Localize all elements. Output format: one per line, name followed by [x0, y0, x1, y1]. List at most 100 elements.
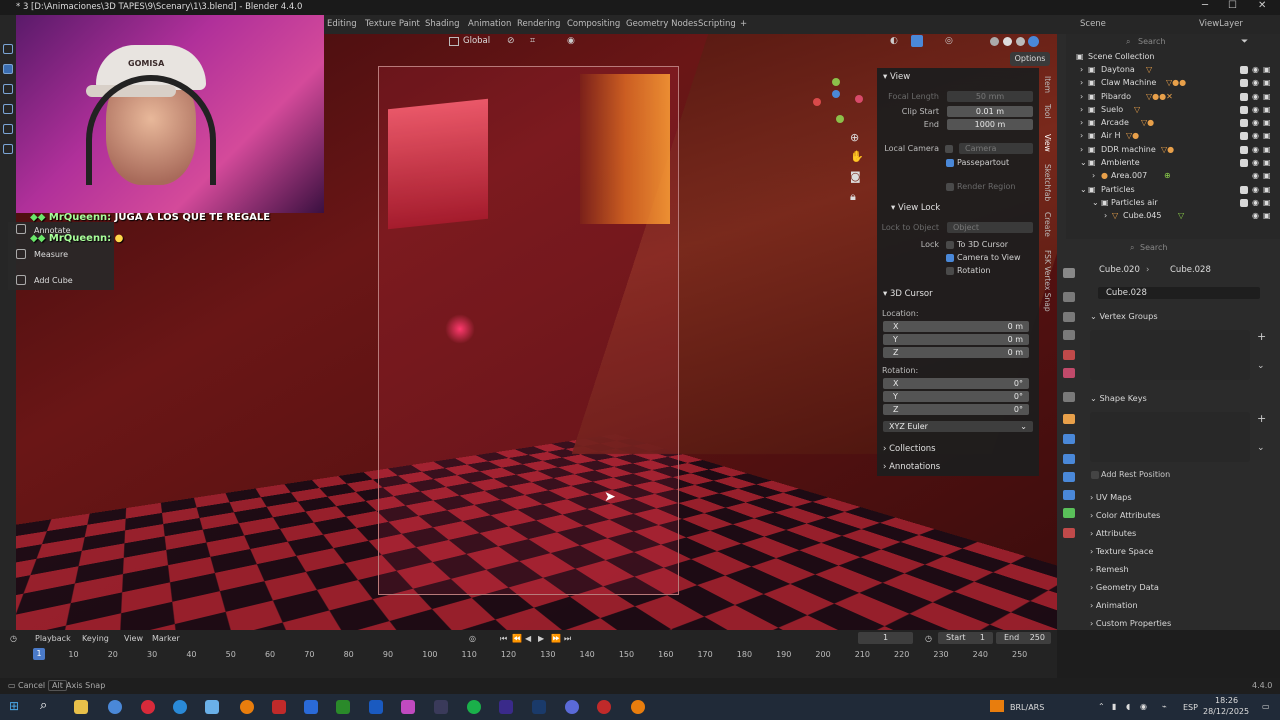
outliner-item[interactable]: › ▣ Suelo ▽ ◉▣: [1076, 105, 1276, 117]
app-icon[interactable]: [205, 700, 219, 714]
section-uv-maps[interactable]: › UV Maps: [1090, 492, 1132, 502]
tab-rendering[interactable]: Rendering: [517, 19, 560, 29]
blender-active-icon[interactable]: [631, 700, 645, 714]
tab-fsk-vertex-snap[interactable]: FSK Vertex Snap: [1043, 250, 1052, 312]
visibility-eye-icon[interactable]: ◉▣: [1252, 158, 1275, 167]
discord-icon[interactable]: [565, 700, 579, 714]
tab-geometry-nodes[interactable]: Geometry Nodes: [626, 19, 698, 29]
filter-icon[interactable]: ⏷: [1241, 37, 1248, 47]
particles-props-icon[interactable]: [1063, 454, 1075, 464]
shading-solid-icon[interactable]: [1003, 37, 1012, 46]
menu-marker[interactable]: Marker: [152, 634, 180, 643]
outliner-item[interactable]: › ● Area.007 ⊕ ◉▣: [1076, 171, 1276, 183]
snap-icon[interactable]: ⌗: [530, 36, 535, 46]
chrome-icon[interactable]: [108, 700, 122, 714]
transform-tool-icon[interactable]: [3, 144, 13, 154]
windows-start-icon[interactable]: ⊞: [9, 699, 19, 713]
start-frame-field[interactable]: Start 1: [938, 632, 993, 644]
tray-app-icon[interactable]: ◉: [1140, 702, 1147, 711]
vertex-groups-list[interactable]: [1090, 330, 1250, 380]
include-checkbox[interactable]: [1240, 93, 1248, 101]
camera-view-icon[interactable]: ◙: [850, 170, 861, 183]
add-shape-key-button[interactable]: +: [1257, 412, 1266, 425]
section-view[interactable]: ▾ View: [883, 72, 910, 82]
section-texture-space[interactable]: › Texture Space: [1090, 546, 1153, 556]
outliner-item[interactable]: ⌄ ▣ Particles air ◉▣: [1076, 198, 1276, 210]
view-layer-props-icon[interactable]: [1063, 330, 1075, 340]
gizmo-neg-x-axis[interactable]: [813, 98, 821, 106]
clock-date[interactable]: 28/12/2025: [1203, 707, 1249, 716]
overlay-icon[interactable]: ◎: [945, 36, 953, 46]
object-props-icon[interactable]: [1063, 414, 1075, 424]
local-camera-checkbox[interactable]: [945, 145, 953, 153]
tab-create[interactable]: Create: [1043, 212, 1052, 237]
scene-selector[interactable]: Scene: [1080, 19, 1106, 29]
section-shape-keys[interactable]: ⌄ Shape Keys: [1090, 393, 1147, 403]
shape-keys-list[interactable]: [1090, 412, 1250, 462]
outliner-item[interactable]: ⌄ ▣ Particles ◉▣: [1076, 185, 1276, 197]
constraints-props-icon[interactable]: [1063, 490, 1075, 500]
app-icon[interactable]: [401, 700, 415, 714]
rotation-lock-checkbox[interactable]: [946, 267, 954, 275]
maximize-button[interactable]: ☐: [1228, 0, 1237, 11]
section-collections[interactable]: › Collections: [883, 444, 936, 454]
next-keyframe-icon[interactable]: ⏩: [551, 634, 561, 643]
vertex-group-specials-icon[interactable]: ⌄: [1257, 361, 1265, 371]
properties-search-input[interactable]: Search: [1140, 243, 1167, 252]
tab-item[interactable]: Item: [1043, 76, 1052, 93]
mesh-data-props-icon[interactable]: [1063, 508, 1075, 518]
select-tool-icon[interactable]: [3, 44, 13, 54]
record-icon[interactable]: ◎: [469, 634, 476, 643]
section-remesh[interactable]: › Remesh: [1090, 564, 1129, 574]
network-icon[interactable]: ⌁: [1162, 702, 1167, 711]
vs-icon[interactable]: [369, 700, 383, 714]
add-vertex-group-button[interactable]: +: [1257, 330, 1266, 343]
outliner-item[interactable]: › ▣ Claw Machine ▽●● ◉▣: [1076, 78, 1276, 90]
language-indicator[interactable]: ESP: [1183, 703, 1198, 712]
visibility-eye-icon[interactable]: ◉▣: [1252, 145, 1275, 154]
shading-wireframe-icon[interactable]: [990, 37, 999, 46]
play-reverse-icon[interactable]: ◀: [525, 634, 531, 643]
app-icon[interactable]: [434, 700, 448, 714]
pycharm-icon[interactable]: [336, 700, 350, 714]
pan-hand-icon[interactable]: ✋: [850, 150, 864, 163]
visibility-eye-icon[interactable]: ◉▣: [1252, 211, 1275, 220]
lock-icon[interactable]: 🔒︎: [850, 190, 856, 204]
orientation-dropdown[interactable]: Global: [463, 36, 490, 46]
include-checkbox[interactable]: [1240, 79, 1248, 87]
tab-animation[interactable]: Animation: [468, 19, 511, 29]
visibility-eye-icon[interactable]: ◉▣: [1252, 185, 1275, 194]
tray-chevron-icon[interactable]: ⌃: [1098, 702, 1105, 711]
tab-tool[interactable]: Tool: [1043, 104, 1052, 119]
tab-sketchfab[interactable]: Sketchfab: [1043, 164, 1052, 201]
section-view-lock[interactable]: ▾ View Lock: [891, 203, 940, 213]
jump-end-icon[interactable]: ⏭: [564, 634, 571, 644]
include-checkbox[interactable]: [1240, 119, 1248, 127]
cursor-tool-icon[interactable]: [3, 64, 13, 74]
material-props-icon[interactable]: [1063, 528, 1075, 538]
scene-props-icon[interactable]: [1063, 350, 1075, 360]
tool-add-cube[interactable]: Add Cube: [34, 276, 73, 285]
modifier-props-icon[interactable]: [1063, 434, 1075, 444]
close-button[interactable]: ✕: [1258, 0, 1266, 11]
include-checkbox[interactable]: [1240, 132, 1248, 140]
tab-scripting[interactable]: Scripting: [698, 19, 736, 29]
play-icon[interactable]: ▶: [538, 634, 544, 643]
lock-to-object-field[interactable]: Object: [947, 222, 1033, 233]
visibility-eye-icon[interactable]: ◉▣: [1252, 118, 1275, 127]
zoom-icon[interactable]: ⊕: [850, 131, 859, 144]
cursor-rot-z[interactable]: Z 0°: [883, 404, 1029, 415]
cursor-rot-y[interactable]: Y 0°: [883, 391, 1029, 402]
shading-material-icon[interactable]: [1016, 37, 1025, 46]
visibility-eye-icon[interactable]: ◉▣: [1252, 78, 1275, 87]
obs-icon[interactable]: [597, 700, 611, 714]
cursor-loc-y[interactable]: Y0 m: [883, 334, 1029, 345]
menu-keying[interactable]: Keying: [82, 634, 109, 643]
visibility-eye-icon[interactable]: ◉▣: [1252, 131, 1275, 140]
current-frame-field[interactable]: 1: [858, 632, 913, 644]
section-vertex-groups[interactable]: ⌄ Vertex Groups: [1090, 311, 1158, 321]
proportional-edit-icon[interactable]: ◉: [567, 36, 575, 46]
outliner-item[interactable]: › ▣ Arcade ▽● ◉▣: [1076, 118, 1276, 130]
camera-to-view-checkbox[interactable]: [946, 254, 954, 262]
visibility-eye-icon[interactable]: ◉▣: [1252, 65, 1275, 74]
